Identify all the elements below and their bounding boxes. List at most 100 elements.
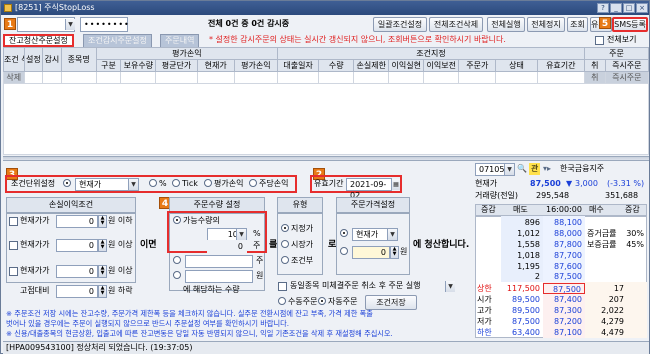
valid-period-label: 유효기간 [314,179,344,188]
radio-icon [173,271,181,279]
col-set: 설정 [23,47,44,72]
profit-loss-row3-checkbox[interactable] [9,267,18,276]
profit-loss-row1-value[interactable]: 0 [56,215,98,228]
calendar-icon[interactable]: ▦ [391,179,400,190]
profit-loss-row1-checkbox[interactable] [9,217,18,226]
credit-badge: 관 [529,163,541,175]
valid-period-date[interactable]: 2021-09-02 [346,178,392,200]
profit-loss-row2-unit: 원 이상 [108,240,133,249]
col-eval-pl: 평가손익 [233,59,279,72]
amount-input[interactable] [185,270,253,283]
fixed-qty-option[interactable] [173,255,183,267]
radio-icon [340,247,348,255]
sms-register-button[interactable]: SMS등록 [612,17,648,32]
same-symbol-cancel-label: 동일종목 미체결주문 취소 후 주문 실행 [290,281,421,290]
same-symbol-cancel-checkbox[interactable] [278,282,287,291]
stop-all-button[interactable]: 전체정지 [527,17,565,32]
row-delete-button[interactable]: 삭제 [3,71,25,84]
current-price: 87,500 [530,179,561,188]
ask-row: 2 87,500 [534,272,582,281]
splitter[interactable] [3,156,649,161]
status-message: [HPA009543100] 정상처리 되었습니다. (19:37:05) [6,343,193,352]
unit-option-percent[interactable]: % [149,178,167,190]
percent-unit: % [253,229,261,238]
radio-icon [173,256,181,264]
available-qty-option[interactable]: 가능수량의 [173,215,220,227]
order-price-dropdown-icon[interactable]: ▼ [387,229,397,240]
col-take-profit: 이익실현 [388,59,425,72]
unit-option-price[interactable] [63,178,73,190]
spinner-icon[interactable]: ▲ ▼ [98,239,107,252]
radio-icon [281,240,289,248]
app-icon [4,4,12,12]
volume-label: 거래량(전일) [475,191,519,200]
peak-value[interactable]: 0 [56,285,98,298]
col-current-price: 현재가 [196,59,235,72]
unit-option-tick[interactable]: Tick [172,178,198,190]
percent-dropdown-icon[interactable]: ▼ [236,229,246,240]
close-icon[interactable]: × [636,3,648,13]
radio-icon [172,179,180,187]
fixed-qty-input[interactable] [185,255,253,268]
profit-loss-title: 손실이익조건 [6,197,136,213]
col-cancel: 취 [584,59,606,72]
group-order: 주문 [584,47,649,60]
inquiry-button[interactable]: 조회 [567,17,588,32]
order-price-value-option[interactable] [340,246,350,258]
spinner-icon[interactable]: ▲ ▼ [98,285,107,298]
unit-option-per-share-pl[interactable]: 주당손익 [249,178,288,190]
maximize-icon[interactable]: □ [623,3,635,13]
radio-icon [173,216,181,224]
order-price-basis-option[interactable] [340,228,350,240]
ask-row: 1,018 87,700 [517,251,582,260]
col-status: 상태 [495,59,538,72]
row-cancel-button[interactable]: 취 [584,71,606,84]
password-input[interactable]: •••••••• [80,17,129,32]
if-text: 이면 [140,240,157,250]
amount-option[interactable] [173,270,183,282]
col-type: 구분 [95,59,122,72]
bulk-set-button[interactable]: 일괄조건설정 [373,17,427,32]
shares-unit: 주 [253,241,261,250]
peak-unit: 원 하락 [108,286,133,295]
window-title: [8251] 주식StopLoss [15,3,95,12]
run-all-button[interactable]: 전체실행 [487,17,525,32]
manual-order-option[interactable]: 수동주문 [278,296,317,308]
watch-summary: 전체 0건 중 0건 감시중 [208,19,290,28]
group-condition: 조건지정 [277,47,586,60]
fixed-qty-unit: 주 [256,256,264,265]
account-dropdown-icon[interactable]: ▼ [65,19,75,30]
order-price-title: 주문가격설정 [336,197,410,213]
unit-price-dropdown-icon[interactable]: ▼ [128,179,138,190]
end-text: 에 청산합니다. [413,240,470,250]
order-type-conditional[interactable]: 조건부 [281,255,313,267]
search-icon[interactable]: 🔍 [517,163,527,175]
order-type-limit[interactable]: 지정가 [281,223,313,235]
top-notice: * 설정한 감시주문의 상태는 실시간 갱신되지 않으니, 조회버튼으로 확인하… [209,35,506,44]
col-qty: 수량 [318,59,355,72]
options-icon[interactable]: ▾▸ [543,163,551,175]
profit-loss-row3-value[interactable]: 0 [56,265,98,278]
row-instant-order-button[interactable]: 즉시주문 [604,71,650,84]
help-icon[interactable]: ? [597,3,609,13]
auto-order-option[interactable]: 자동주문 [318,296,357,308]
profit-loss-row2-checkbox[interactable] [9,241,18,250]
view-all-checkbox[interactable] [595,36,604,45]
unit-option-eval-pl[interactable]: 평가손익 [204,178,243,190]
spinner-icon[interactable]: ▲ ▼ [390,246,399,259]
tab-condition-watch[interactable]: 조건감시주문설정 [83,34,152,47]
spinner-icon[interactable]: ▲ ▼ [98,215,107,228]
ask-row: 1,012 88,000 증거금률 30% [517,229,644,238]
stock-code-dropdown-icon[interactable]: ▼ [504,164,514,175]
delete-all-button[interactable]: 전체조건삭제 [429,17,483,32]
tab-balance-liquidation[interactable]: 잔고청산주문설정 [3,34,74,47]
order-type-market[interactable]: 시장가 [281,239,313,251]
amount-unit: 원 [256,271,264,280]
ob-header-rate: 증감 [481,205,496,214]
tab-order-history[interactable]: 주문내역 [160,34,200,47]
minimize-icon[interactable]: _ [610,3,622,13]
same-symbol-dropdown-icon[interactable]: ▼ [445,281,455,292]
spinner-icon[interactable]: ▲ ▼ [98,265,107,278]
profit-loss-row2-value[interactable]: 0 [56,239,98,252]
order-price-value[interactable]: 0 [352,246,390,259]
